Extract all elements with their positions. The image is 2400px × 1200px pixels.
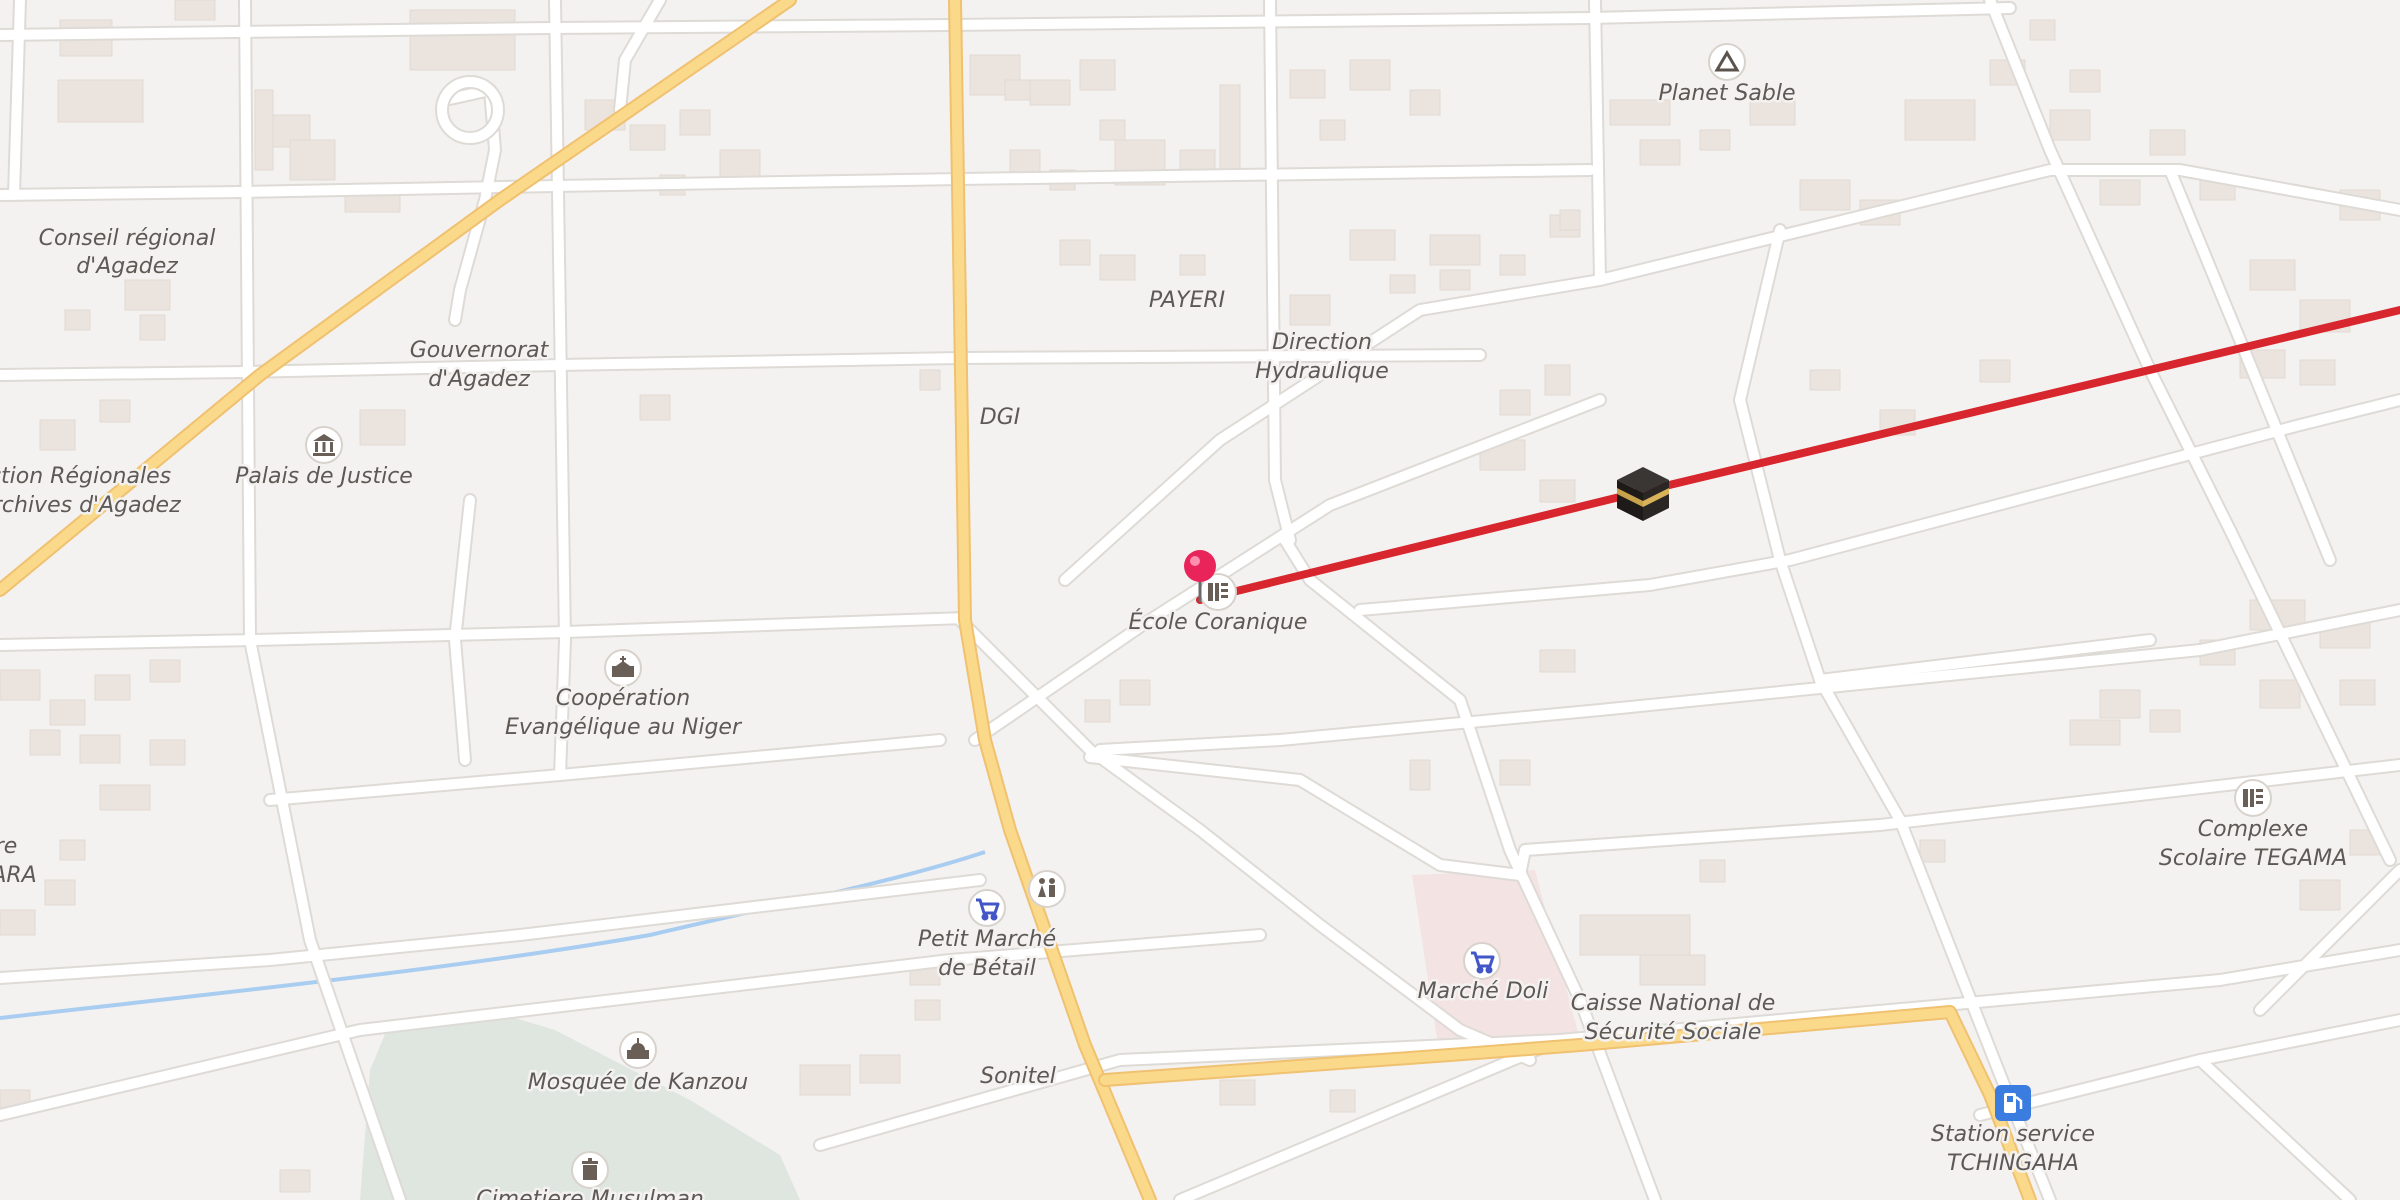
poi-planet-sable[interactable] <box>1708 43 1746 81</box>
label-cooperation[interactable]: Coopération <box>553 684 692 714</box>
label-complexe-scolaire[interactable]: Complexe <box>2195 815 2310 845</box>
label-mosquee-kanzou[interactable]: Mosquée de Kanzou <box>525 1068 750 1098</box>
label-palais-de-justice[interactable]: Palais de Justice <box>233 462 416 492</box>
label-petit-marche-2[interactable]: de Bétail <box>936 954 1038 984</box>
poi-complexe-scolaire[interactable] <box>2234 779 2272 817</box>
poi-palais-de-justice[interactable] <box>305 426 343 464</box>
poi-toilets[interactable] <box>1028 870 1066 908</box>
label-gouvernorat[interactable]: Gouvernorat <box>407 336 552 366</box>
label-dgi[interactable]: DGI <box>977 403 1022 433</box>
label-sonitel[interactable]: Sonitel <box>978 1062 1059 1092</box>
poi-marche-doli[interactable] <box>1463 942 1501 980</box>
label-direction-hydraulique-2[interactable]: Hydraulique <box>1253 357 1392 387</box>
label-caisse-nationale[interactable]: Caisse National de <box>1568 989 1778 1019</box>
label-caisse-nationale-2[interactable]: Sécurité Sociale <box>1582 1018 1764 1048</box>
label-cooperation-2[interactable]: Evangélique au Niger <box>502 713 745 743</box>
label-archives-2[interactable]: archives d'Agadez <box>0 491 184 521</box>
label-planet-sable[interactable]: Planet Sable <box>1656 79 1798 109</box>
label-cimetiere[interactable]: Cimetiere Musulman <box>474 1185 707 1200</box>
poi-station-service[interactable] <box>1995 1085 2031 1121</box>
label-edge-1[interactable]: re <box>0 832 20 862</box>
label-gouvernorat-2[interactable]: d'Agadez <box>426 365 533 395</box>
label-ecole-coranique[interactable]: École Coranique <box>1126 607 1310 638</box>
label-conseil-regional[interactable]: Conseil régional <box>36 224 218 254</box>
label-station-service-2[interactable]: TCHINGAHA <box>1945 1149 2082 1179</box>
label-archives[interactable]: ction Régionales <box>0 462 174 492</box>
label-payeri: PAYERI <box>1149 288 1225 313</box>
label-petit-marche[interactable]: Petit Marché <box>915 925 1058 955</box>
poi-cooperation[interactable] <box>604 649 642 687</box>
label-station-service[interactable]: Station service <box>1928 1120 2097 1150</box>
cemetery-icon <box>582 1158 598 1180</box>
map-canvas[interactable]: Planet Sable Conseil régional d'Agadez P… <box>0 0 2400 1200</box>
poi-cimetiere[interactable] <box>571 1151 609 1189</box>
label-complexe-scolaire-2[interactable]: Scolaire TEGAMA <box>2156 844 2349 874</box>
poi-petit-marche[interactable] <box>968 889 1006 927</box>
label-edge-2[interactable]: ARA <box>0 861 39 891</box>
poi-mosquee-kanzou[interactable] <box>619 1031 657 1069</box>
label-conseil-regional-2[interactable]: d'Agadez <box>74 252 181 282</box>
label-direction-hydraulique[interactable]: Direction <box>1270 328 1375 358</box>
label-marche-doli[interactable]: Marché Doli <box>1415 977 1551 1007</box>
